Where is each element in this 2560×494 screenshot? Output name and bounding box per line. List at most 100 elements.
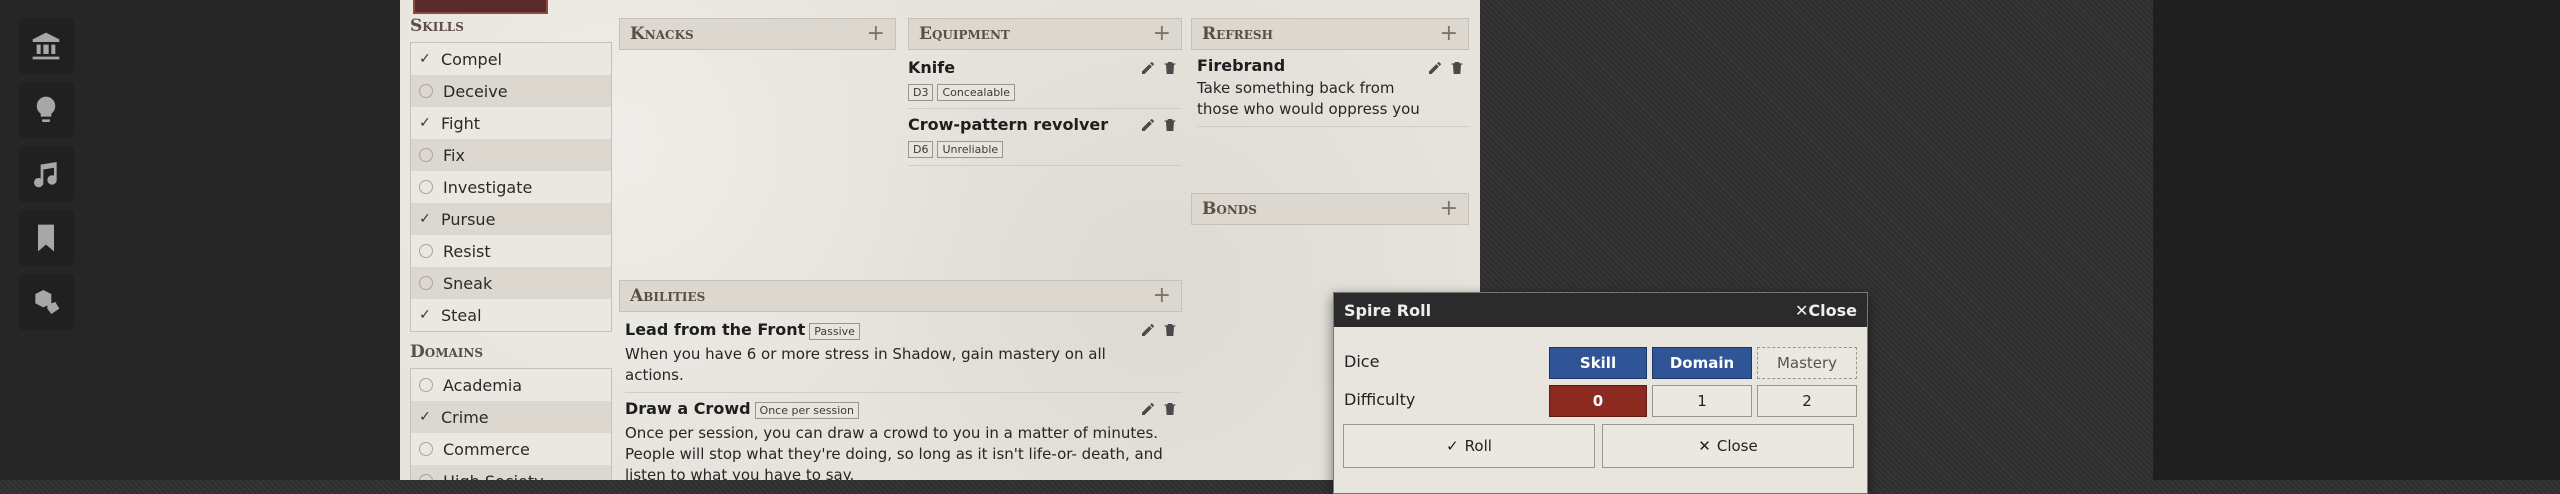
equipment-edit-icon[interactable] [1140, 117, 1156, 137]
dice-skill-button[interactable]: Skill [1549, 347, 1647, 379]
music-icon [34, 162, 57, 188]
check-icon: ✓ [419, 211, 431, 227]
sidebar-button-lightbulb[interactable] [18, 82, 74, 138]
dice-icon [35, 290, 60, 314]
roll-label: Roll [1464, 437, 1492, 455]
ability-edit-icon[interactable] [1140, 322, 1156, 342]
equipment-item[interactable]: Knife D3 Concealable [908, 56, 1182, 108]
refresh-item[interactable]: Firebrand Take something back from those … [1197, 56, 1469, 126]
equipment-tag: D6 [908, 141, 934, 158]
skills-item-label: Deceive [443, 81, 508, 101]
sidebar-button-dice[interactable] [18, 274, 74, 330]
cancel-label: Close [1716, 437, 1758, 455]
skills-item-label: Fight [441, 113, 481, 133]
skills-item[interactable]: Resist [411, 235, 611, 267]
refresh-title: Refresh [1202, 24, 1273, 44]
refresh-list: Firebrand Take something back from those … [1197, 56, 1469, 127]
domains-item-label: Commerce [443, 439, 530, 459]
equipment-actions [1140, 60, 1178, 80]
refresh-header: Refresh + [1191, 18, 1469, 50]
check-icon: ✓ [419, 409, 431, 425]
check-icon: ✓ [419, 51, 431, 67]
add-refresh-icon[interactable]: + [1440, 23, 1458, 45]
skills-item[interactable]: ✓ Steal [411, 299, 611, 331]
skills-item-label: Sneak [443, 273, 493, 293]
skills-item[interactable]: Investigate [411, 171, 611, 203]
abilities-list: Lead from the Front Passive When you have … [625, 318, 1182, 480]
refresh-delete-icon[interactable] [1449, 60, 1465, 80]
add-ability-icon[interactable]: + [1153, 285, 1171, 307]
ability-description: When you have 6 or more stress in Shadow… [625, 345, 1106, 384]
equipment-list: Knife D3 Concealable Crow-pattern revolver D… [908, 56, 1182, 170]
equipment-delete-icon[interactable] [1162, 60, 1178, 80]
empty-circle-icon [419, 244, 433, 258]
abilities-header: Abilities + [619, 280, 1182, 312]
cancel-button[interactable]: ✕ Close [1602, 424, 1854, 468]
equipment-item[interactable]: Crow-pattern revolver D6 Unreliable [908, 113, 1182, 165]
difficulty-1-button[interactable]: 1 [1652, 385, 1752, 417]
equipment-tags: D6 Unreliable [908, 138, 1182, 158]
check-icon: ✓ [1446, 437, 1459, 455]
difficulty-2-button[interactable]: 2 [1757, 385, 1857, 417]
skills-item[interactable]: Sneak [411, 267, 611, 299]
add-knack-icon[interactable]: + [867, 23, 885, 45]
empty-circle-icon [419, 276, 433, 290]
add-bond-icon[interactable]: + [1440, 198, 1458, 220]
dialog-titlebar: Spire Roll ✕Close [1334, 293, 1867, 327]
skills-item-label: Fix [443, 145, 465, 165]
bank-icon [32, 32, 60, 60]
domains-item[interactable]: High Society [411, 465, 611, 480]
empty-circle-icon [419, 180, 433, 194]
dialog-close-button[interactable]: ✕Close [1795, 301, 1857, 320]
skills-item-label: Resist [443, 241, 491, 261]
add-equipment-icon[interactable]: + [1153, 23, 1171, 45]
skills-item[interactable]: ✓ Pursue [411, 203, 611, 235]
right-panel-background [2153, 0, 2560, 480]
ability-tag: Once per session [754, 402, 859, 419]
difficulty-label: Difficulty [1344, 390, 1416, 409]
spire-roll-dialog: Spire Roll ✕Close Dice Difficulty Skill … [1333, 292, 1868, 494]
domains-item[interactable]: Commerce [411, 433, 611, 465]
domains-item-label: Academia [443, 375, 523, 395]
skills-item[interactable]: Fix [411, 139, 611, 171]
close-icon: ✕ [1698, 437, 1711, 455]
difficulty-0-button[interactable]: 0 [1549, 385, 1647, 417]
empty-circle-icon [419, 474, 433, 480]
equipment-delete-icon[interactable] [1162, 117, 1178, 137]
skills-item-label: Pursue [441, 209, 496, 229]
abilities-title: Abilities [630, 286, 706, 306]
ability-heading: Lead from the Front Passive [625, 320, 1182, 340]
empty-circle-icon [419, 442, 433, 456]
equipment-title: Equipment [919, 24, 1010, 44]
ability-delete-icon[interactable] [1162, 322, 1178, 342]
domains-title: Domains [410, 342, 484, 362]
roll-button[interactable]: ✓ Roll [1343, 424, 1595, 468]
equipment-edit-icon[interactable] [1140, 60, 1156, 80]
ability-actions [1140, 401, 1178, 421]
skills-item[interactable]: Deceive [411, 75, 611, 107]
domains-item[interactable]: ✓ Crime [411, 401, 611, 433]
ability-item[interactable]: Draw a Crowd Once per session Once per ses… [625, 397, 1182, 480]
dice-mastery-button[interactable]: Mastery [1757, 347, 1857, 379]
ability-delete-icon[interactable] [1162, 401, 1178, 421]
equipment-header: Equipment + [908, 18, 1182, 50]
sidebar-button-bookmark[interactable] [18, 210, 74, 266]
sidebar-button-music[interactable] [18, 146, 74, 202]
skills-item[interactable]: ✓ Compel [411, 43, 611, 75]
refresh-item-description: Take something back from those who would… [1197, 79, 1420, 118]
sidebar [18, 18, 74, 338]
empty-circle-icon [419, 378, 433, 392]
domains-item[interactable]: Academia [411, 369, 611, 401]
skills-title: Skills [410, 16, 464, 36]
dice-domain-button[interactable]: Domain [1652, 347, 1752, 379]
dialog-close-label: Close [1808, 300, 1857, 320]
ability-item[interactable]: Lead from the Front Passive When you have … [625, 318, 1182, 390]
empty-circle-icon [419, 148, 433, 162]
domains-item-label: Crime [441, 407, 489, 427]
portrait-image[interactable] [413, 0, 548, 14]
ability-edit-icon[interactable] [1140, 401, 1156, 421]
skills-item[interactable]: ✓ Fight [411, 107, 611, 139]
bonds-title: Bonds [1202, 199, 1257, 219]
sidebar-button-bank[interactable] [18, 18, 74, 74]
refresh-edit-icon[interactable] [1427, 60, 1443, 80]
